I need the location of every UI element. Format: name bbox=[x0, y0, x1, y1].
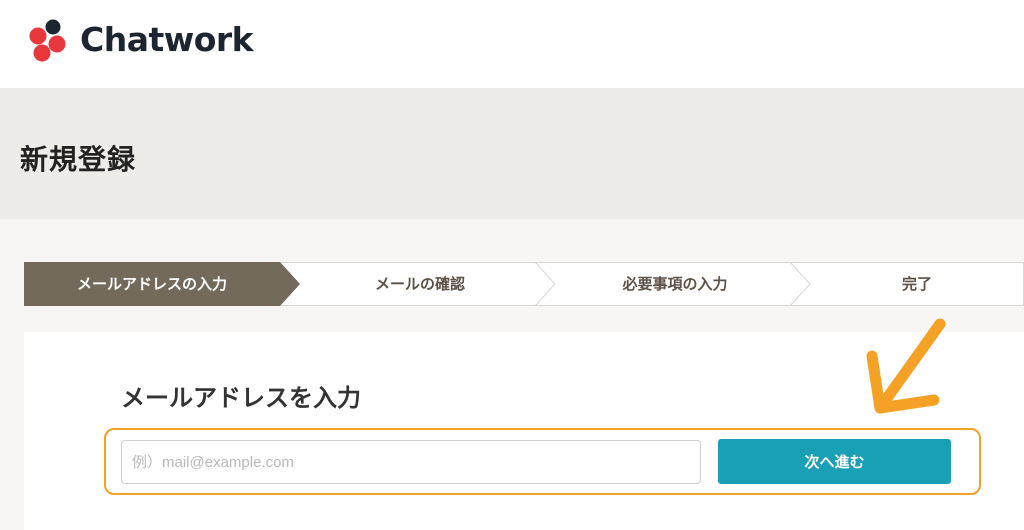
site-header: Chatwork bbox=[0, 0, 1024, 88]
step-email-input: メールアドレスの入力 bbox=[76, 275, 227, 293]
step-complete: 完了 bbox=[901, 275, 932, 293]
progress-steps: メールアドレスの入力 メールの確認 必要事項の入力 完了 bbox=[24, 262, 1024, 306]
arrow-annotation-icon bbox=[866, 318, 946, 414]
page-title: 新規登録 bbox=[20, 143, 137, 176]
brand-name: Chatwork bbox=[80, 20, 254, 59]
step-required-info: 必要事項の入力 bbox=[622, 275, 728, 293]
step-email-confirm: メールの確認 bbox=[374, 275, 465, 293]
title-band: 新規登録 bbox=[0, 88, 1024, 219]
chatwork-logo[interactable]: Chatwork bbox=[24, 16, 254, 64]
chatwork-logo-icon bbox=[29, 19, 66, 62]
email-input[interactable] bbox=[121, 440, 701, 484]
form-heading: メールアドレスを入力 bbox=[121, 384, 361, 412]
next-button[interactable]: 次へ進む bbox=[718, 439, 951, 484]
